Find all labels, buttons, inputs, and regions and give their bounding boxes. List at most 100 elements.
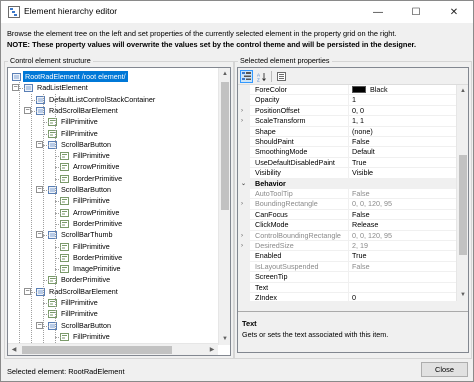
close-icon: ✕ [449, 6, 459, 18]
row-gutter [238, 126, 250, 136]
property-value-cell[interactable]: False [352, 137, 370, 147]
svg-text:Z: Z [257, 77, 260, 82]
scroll-right-icon[interactable]: ▶ [206, 344, 218, 355]
close-button[interactable]: Close [421, 362, 468, 377]
property-vertical-scrollbar[interactable]: ▲ ▼ [456, 85, 468, 301]
scroll-up-icon[interactable]: ▲ [457, 85, 468, 97]
expander-icon[interactable]: − [36, 231, 43, 239]
primitive-icon [60, 253, 69, 262]
property-value-cell[interactable]: False [352, 262, 370, 272]
alphabetical-button[interactable]: A Z [255, 70, 268, 83]
scroll-up-icon[interactable]: ▲ [219, 68, 230, 80]
primitive-icon [60, 208, 69, 217]
property-pages-button[interactable] [275, 70, 288, 83]
property-row[interactable]: Enabled True [238, 251, 456, 262]
property-value-cell[interactable]: False [352, 210, 370, 220]
tree-item-label: FillPrimitive [61, 298, 98, 307]
collapse-icon[interactable]: ⌄ [241, 179, 246, 189]
property-value-cell[interactable]: 0, 0, 120, 95 [352, 231, 392, 241]
scroll-left-icon[interactable]: ◀ [8, 344, 20, 355]
property-value-cell[interactable]: 0, 0, 120, 95 [352, 199, 392, 209]
property-value-cell[interactable]: Black [352, 85, 388, 95]
property-value-cell[interactable]: 0 [352, 293, 356, 301]
close-window-button[interactable]: ✕ [435, 1, 473, 23]
property-row[interactable]: Shape (none) [238, 126, 456, 137]
expand-icon[interactable]: › [241, 116, 243, 126]
scroll-down-icon[interactable]: ▼ [457, 289, 468, 301]
tree-guide-line [55, 93, 56, 355]
property-value-cell[interactable]: Release [352, 220, 378, 230]
primitive-icon [60, 332, 69, 341]
property-value-cell[interactable]: (none) [352, 127, 373, 137]
categorized-button[interactable] [240, 70, 253, 83]
property-row[interactable]: › ScaleTransform 1, 1 [238, 116, 456, 127]
expander-icon[interactable]: − [12, 84, 19, 92]
row-gutter [238, 209, 250, 220]
expander-icon[interactable]: − [36, 140, 43, 148]
property-value-cell[interactable]: True [352, 158, 367, 168]
property-name: Shape [255, 126, 276, 136]
property-description: Text Gets or sets the text associated wi… [238, 311, 468, 352]
property-row[interactable]: › ControlBoundingRectangle 0, 0, 120, 95 [238, 230, 456, 241]
property-value-cell[interactable]: False [352, 189, 370, 199]
row-gutter [238, 168, 250, 178]
property-row[interactable]: ZIndex 0 [238, 293, 456, 301]
tree-vertical-scrollbar[interactable]: ▲ ▼ [218, 68, 230, 345]
column-divider [348, 105, 349, 116]
property-row[interactable]: › BoundingRectangle 0, 0, 120, 95 [238, 199, 456, 210]
expand-icon[interactable]: › [241, 106, 243, 116]
tree-scroll-thumb[interactable] [221, 82, 229, 210]
maximize-button[interactable]: ☐ [397, 1, 435, 23]
property-row[interactable]: ShouldPaint False [238, 137, 456, 148]
column-divider [348, 261, 349, 272]
property-name: SmoothingMode [255, 147, 308, 157]
tree-horizontal-scrollbar[interactable]: ◀ ▶ [8, 343, 218, 355]
grid-splitter[interactable] [238, 301, 468, 311]
property-value-cell[interactable]: 2, 19 [352, 241, 368, 251]
expand-icon[interactable]: › [241, 241, 243, 251]
toolbar-separator [271, 71, 272, 82]
row-gutter [238, 189, 250, 199]
property-value-cell[interactable]: Visible [352, 168, 373, 178]
property-row[interactable]: Opacity 1 [238, 95, 456, 106]
color-swatch [352, 86, 366, 93]
property-name: Enabled [255, 251, 282, 261]
expander-icon[interactable]: − [24, 106, 31, 114]
property-row[interactable]: AutoToolTip False [238, 189, 456, 200]
property-value-cell[interactable]: 1, 1 [352, 116, 364, 126]
scroll-down-icon[interactable]: ▼ [219, 333, 230, 345]
row-gutter [238, 220, 250, 230]
tree-hscroll-thumb[interactable] [22, 346, 172, 354]
property-row[interactable]: › PositionOffset 0, 0 [238, 105, 456, 117]
property-value-cell[interactable]: Default [352, 147, 375, 157]
column-divider [348, 199, 349, 209]
property-value: True [352, 251, 367, 261]
property-row[interactable]: UseDefaultDisabledPaint True [238, 157, 456, 169]
property-row[interactable]: ForeColor Black [238, 85, 456, 96]
property-row[interactable]: ClickMode Release [238, 220, 456, 231]
row-gutter [238, 251, 250, 261]
property-value-cell[interactable]: True [352, 251, 367, 261]
property-row[interactable]: ScreenTip [238, 272, 456, 283]
property-row[interactable]: Visibility Visible [238, 168, 456, 179]
element-tree[interactable]: −RootRadElement /root element/−RadListEl… [7, 67, 231, 356]
property-category[interactable]: ⌄ Behavior [238, 178, 456, 189]
expander-icon[interactable]: − [36, 321, 43, 329]
property-value-cell[interactable]: 1 [352, 95, 356, 105]
property-row[interactable]: CanFocus False [238, 209, 456, 221]
property-row[interactable]: IsLayoutSuspended False [238, 261, 456, 273]
property-row[interactable]: › DesiredSize 2, 19 [238, 241, 456, 252]
column-divider [348, 85, 349, 95]
property-row[interactable]: Text [238, 282, 456, 293]
property-value-cell[interactable]: 0, 0 [352, 106, 364, 116]
property-name: ControlBoundingRectangle [255, 230, 341, 240]
expander-icon[interactable]: − [36, 186, 43, 193]
expander-icon[interactable]: − [24, 287, 31, 295]
row-gutter [238, 137, 250, 147]
expand-icon[interactable]: › [241, 231, 243, 241]
property-scroll-thumb[interactable] [459, 155, 467, 255]
minimize-button[interactable]: — [359, 1, 397, 23]
property-row[interactable]: SmoothingMode Default [238, 147, 456, 158]
expand-icon[interactable]: › [241, 199, 243, 209]
property-name: CanFocus [255, 209, 288, 219]
